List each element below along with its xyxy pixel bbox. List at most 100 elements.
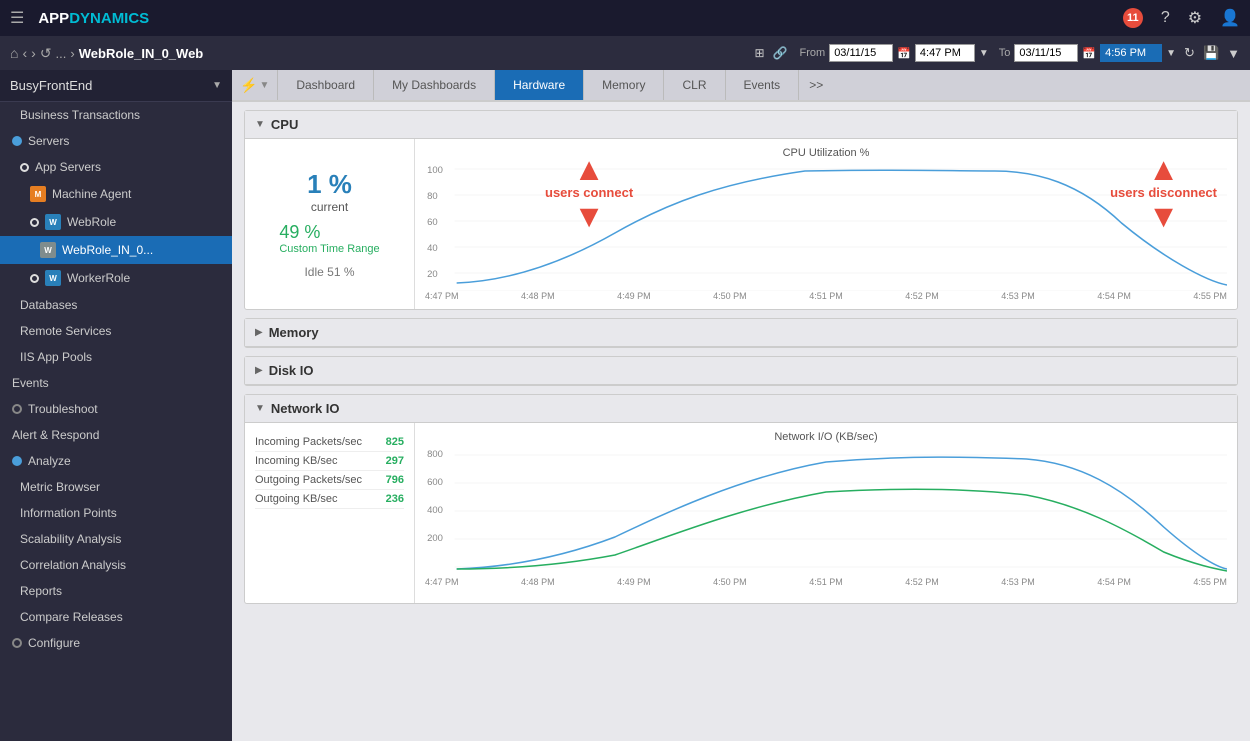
sidebar-item-metric-browser[interactable]: Metric Browser <box>0 474 232 500</box>
svg-text:20: 20 <box>427 269 438 279</box>
network-stat-outgoing-kb: Outgoing KB/sec 236 <box>255 490 404 509</box>
lightning-tab[interactable]: ⚡ ▼ <box>232 70 278 100</box>
sidebar-item-scalability-analysis[interactable]: Scalability Analysis <box>0 526 232 552</box>
sidebar-item-business-transactions[interactable]: Business Transactions <box>0 102 232 128</box>
cpu-x-1: 4:48 PM <box>521 291 555 301</box>
network-chevron-icon: ▼ <box>255 403 265 414</box>
sidebar-item-app-servers[interactable]: App Servers <box>0 154 232 180</box>
memory-panel-header[interactable]: ▶ Memory <box>245 319 1237 347</box>
auto-refresh-icon[interactable]: ↻ <box>1184 45 1195 61</box>
help-icon[interactable]: ? <box>1161 9 1170 27</box>
cpu-panel-title: CPU <box>271 117 298 132</box>
sidebar-item-machine-agent[interactable]: M Machine Agent <box>0 180 232 208</box>
webrole-in0-icon: W <box>40 242 56 258</box>
from-date-input[interactable] <box>829 44 893 62</box>
cpu-custom-value: 49 % Custom Time Range <box>279 222 379 255</box>
sidebar-item-information-points[interactable]: Information Points <box>0 500 232 526</box>
diskio-panel-header[interactable]: ▶ Disk IO <box>245 357 1237 385</box>
settings-icon[interactable]: ⚙ <box>1188 8 1202 28</box>
net-x-2: 4:49 PM <box>617 577 651 587</box>
workerrole-dot-icon <box>30 274 39 283</box>
cpu-current-label: current <box>311 200 348 214</box>
sidebar-item-analyze[interactable]: Analyze <box>0 448 232 474</box>
tab-memory[interactable]: Memory <box>584 70 664 100</box>
menu-icon[interactable]: ☰ <box>10 8 24 28</box>
more-icon[interactable]: ... <box>56 46 67 61</box>
sidebar-item-webrole-in0[interactable]: W WebRole_IN_0... <box>0 236 232 264</box>
network-panel: ▼ Network IO Incoming Packets/sec 825 In… <box>244 394 1238 604</box>
alert-badge[interactable]: 11 <box>1123 8 1143 28</box>
sidebar-item-events[interactable]: Events <box>0 370 232 396</box>
lightning-icon: ⚡ <box>240 77 257 94</box>
network-panel-title: Network IO <box>271 401 340 416</box>
sidebar-item-remote-services[interactable]: Remote Services <box>0 318 232 344</box>
tab-more[interactable]: >> <box>799 70 833 100</box>
svg-text:100: 100 <box>427 165 443 175</box>
refresh-icon[interactable]: ↺ <box>40 45 52 62</box>
sidebar-app-header[interactable]: BusyFrontEnd ▼ <box>0 70 232 102</box>
disconnect-arrow-up-icon: ▲ <box>1148 153 1180 185</box>
tab-my-dashboards[interactable]: My Dashboards <box>374 70 495 100</box>
cpu-chevron-icon: ▼ <box>255 119 265 130</box>
home-icon[interactable]: ⌂ <box>10 45 18 61</box>
sidebar-item-workerrole[interactable]: W WorkerRole <box>0 264 232 292</box>
sidebar-item-compare-releases[interactable]: Compare Releases <box>0 604 232 630</box>
cpu-panel: ▼ CPU 1 % current 49 % Custom Time Range… <box>244 110 1238 310</box>
network-panel-header[interactable]: ▼ Network IO <box>245 395 1237 423</box>
svg-text:60: 60 <box>427 217 438 227</box>
sidebar-item-webrole[interactable]: W WebRole <box>0 208 232 236</box>
tab-clr[interactable]: CLR <box>664 70 725 100</box>
network-stat-incoming-packets: Incoming Packets/sec 825 <box>255 433 404 452</box>
cpu-panel-body: 1 % current 49 % Custom Time Range Idle … <box>245 139 1237 309</box>
breadcrumb-sep: › <box>70 46 74 61</box>
user-icon[interactable]: 👤 <box>1220 8 1240 28</box>
cpu-x-labels: 4:47 PM 4:48 PM 4:49 PM 4:50 PM 4:51 PM … <box>425 291 1227 301</box>
from-time-input[interactable] <box>915 44 975 62</box>
diskio-panel-title: Disk IO <box>269 363 314 378</box>
net-x-0: 4:47 PM <box>425 577 459 587</box>
sidebar-item-reports[interactable]: Reports <box>0 578 232 604</box>
net-x-6: 4:53 PM <box>1001 577 1035 587</box>
svg-text:80: 80 <box>427 191 438 201</box>
sidebar-item-configure[interactable]: Configure <box>0 630 232 656</box>
users-disconnect-annotation: ▲ users disconnect ▼ <box>1110 153 1217 232</box>
cpu-x-2: 4:49 PM <box>617 291 651 301</box>
sidebar-item-iis-app-pools[interactable]: IIS App Pools <box>0 344 232 370</box>
grid-icon[interactable]: ⊞ <box>755 46 765 60</box>
sidebar-item-alert-respond[interactable]: Alert & Respond <box>0 422 232 448</box>
sidebar-item-servers[interactable]: Servers <box>0 128 232 154</box>
from-cal-icon[interactable]: 📅 <box>897 47 911 60</box>
to-time-input[interactable] <box>1100 44 1162 62</box>
connect-arrow-up-icon: ▲ <box>573 153 605 185</box>
sidebar-item-correlation-analysis[interactable]: Correlation Analysis <box>0 552 232 578</box>
expand-icon[interactable]: ▼ <box>1227 46 1240 61</box>
link-icon[interactable]: 🔗 <box>773 46 788 60</box>
from-time-dropdown[interactable]: ▼ <box>979 48 989 59</box>
lightning-dropdown: ▼ <box>259 80 269 91</box>
forward-icon[interactable]: › <box>31 45 36 61</box>
tab-hardware[interactable]: Hardware <box>495 70 584 100</box>
cpu-x-5: 4:52 PM <box>905 291 939 301</box>
svg-text:600: 600 <box>427 477 443 487</box>
cpu-chart: CPU Utilization % ▲ users connect ▼ ▲ <box>415 139 1237 309</box>
to-cal-icon[interactable]: 📅 <box>1082 47 1096 60</box>
sidebar-item-troubleshoot[interactable]: Troubleshoot <box>0 396 232 422</box>
content-area: ⚡ ▼ Dashboard My Dashboards Hardware Mem… <box>232 70 1250 741</box>
cpu-x-6: 4:53 PM <box>1001 291 1035 301</box>
outgoing-kb-label: Outgoing KB/sec <box>255 493 338 505</box>
network-chart-svg: 800 600 400 200 <box>425 447 1227 577</box>
cpu-panel-header[interactable]: ▼ CPU <box>245 111 1237 139</box>
connect-arrow-down-icon: ▼ <box>573 200 605 232</box>
save-icon[interactable]: 💾 <box>1203 45 1219 61</box>
disconnect-arrow-down2-icon: ▼ <box>1148 200 1180 232</box>
to-date-input[interactable] <box>1014 44 1078 62</box>
outgoing-kb-value: 236 <box>386 493 404 505</box>
back-icon[interactable]: ‹ <box>22 45 27 61</box>
app-logo: APPDYNAMICS <box>38 10 149 27</box>
panels-container: ▼ CPU 1 % current 49 % Custom Time Range… <box>232 102 1250 741</box>
tab-dashboard[interactable]: Dashboard <box>278 70 374 100</box>
to-time-dropdown[interactable]: ▼ <box>1166 48 1176 59</box>
tab-events[interactable]: Events <box>726 70 800 100</box>
net-x-4: 4:51 PM <box>809 577 843 587</box>
sidebar-item-databases[interactable]: Databases <box>0 292 232 318</box>
